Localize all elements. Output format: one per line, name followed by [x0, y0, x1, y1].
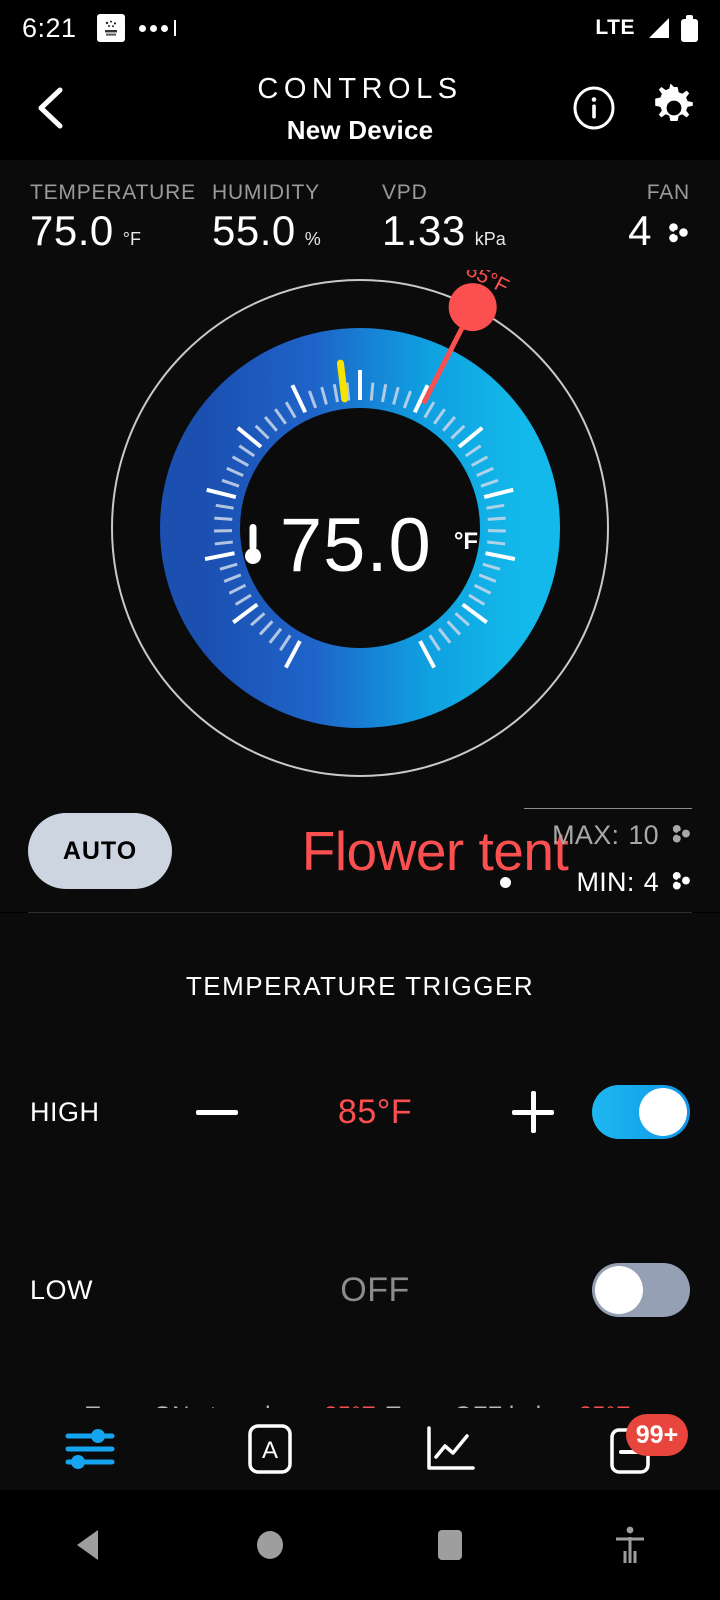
network-type-label: LTE	[595, 16, 635, 39]
high-trigger-value[interactable]: 85°F	[254, 1093, 496, 1132]
metric-label: HUMIDITY	[212, 181, 320, 204]
bottom-tab-bar: A 99+	[0, 1408, 720, 1490]
max-speed-value: 10	[628, 820, 659, 850]
fan-icon	[668, 823, 692, 849]
svg-text:A: A	[262, 1437, 278, 1464]
android-recents-icon	[438, 1530, 462, 1560]
limits-bullet-dot	[500, 877, 511, 888]
status-bar-clock: 6:21	[22, 12, 77, 43]
tab-notes[interactable]: 99+	[540, 1408, 720, 1490]
low-trigger-toggle[interactable]	[592, 1263, 690, 1317]
app-header: CONTROLS New Device	[0, 56, 720, 160]
metric-humidity: HUMIDITY 55.0 %	[212, 182, 382, 252]
plus-icon-vertical	[530, 1091, 536, 1133]
gauge-current-marker	[336, 359, 349, 403]
android-back-icon	[77, 1530, 98, 1560]
min-speed-row[interactable]: MIN: 4	[524, 869, 692, 896]
gear-icon	[655, 84, 693, 121]
temperature-gauge[interactable]: 85°F 75.0 °F	[0, 270, 720, 790]
metric-unit: %	[304, 229, 321, 249]
notes-badge: 99+	[626, 1414, 688, 1456]
metric-value: 1.33	[382, 207, 466, 254]
minus-icon	[196, 1109, 238, 1115]
android-back-button[interactable]	[0, 1526, 180, 1564]
fan-speed-limits: MAX: 10 MIN: 4	[500, 808, 692, 896]
settings-button[interactable]	[650, 84, 698, 132]
device-control-row: AUTO Flower tent MAX: 10 MIN: 4	[0, 790, 720, 912]
android-recents-button[interactable]	[360, 1526, 540, 1564]
android-home-button[interactable]	[180, 1526, 360, 1564]
chevron-left-icon	[38, 87, 63, 129]
metric-label: VPD	[382, 181, 428, 204]
metric-value: 55.0	[212, 207, 296, 254]
limits-divider	[524, 808, 692, 809]
tab-controls[interactable]	[0, 1408, 180, 1490]
metric-fan: FAN 4	[582, 182, 690, 252]
header-actions	[572, 84, 698, 132]
android-navigation-bar	[0, 1490, 720, 1600]
high-trigger-toggle[interactable]	[592, 1085, 690, 1139]
low-trigger-row: LOW OFF	[0, 1236, 720, 1344]
low-trigger-label: LOW	[30, 1274, 94, 1305]
metric-value: 75.0	[30, 207, 114, 254]
gauge-ring	[160, 328, 560, 728]
notification-app-icon	[96, 14, 125, 42]
metric-unit: kPa	[474, 229, 506, 249]
fan-icon	[664, 221, 690, 245]
status-bar-right: LTE	[595, 14, 698, 42]
tab-auto[interactable]: A	[180, 1408, 360, 1490]
letter-a-box-icon: A	[248, 1424, 292, 1474]
metric-temperature: TEMPERATURE 75.0 °F	[30, 182, 212, 252]
line-chart-icon	[427, 1426, 475, 1470]
gauge-svg: 85°F	[111, 270, 609, 777]
android-home-icon	[257, 1531, 283, 1559]
metric-label: TEMPERATURE	[30, 181, 196, 204]
temperature-trigger-section: TEMPERATURE TRIGGER HIGH 85°F LOW OFF Tu…	[0, 913, 720, 1430]
signal-bars-icon	[649, 18, 669, 38]
android-accessibility-icon	[616, 1526, 644, 1563]
back-button[interactable]	[24, 81, 78, 135]
info-button[interactable]	[572, 86, 616, 130]
high-trigger-label: HIGH	[30, 1096, 100, 1127]
android-accessibility-button[interactable]	[540, 1525, 720, 1565]
low-trigger-value[interactable]: OFF	[254, 1271, 496, 1310]
high-increment-button[interactable]	[496, 1091, 570, 1133]
metrics-strip: TEMPERATURE 75.0 °F HUMIDITY 55.0 % VPD …	[0, 160, 720, 270]
trigger-section-title: TEMPERATURE TRIGGER	[185, 971, 535, 1001]
max-speed-row[interactable]: MAX: 10	[524, 822, 692, 849]
min-speed-value: 4	[643, 867, 659, 897]
fan-icon	[668, 870, 692, 896]
battery-full-icon	[681, 14, 698, 42]
toggle-knob	[595, 1266, 643, 1314]
sliders-icon	[65, 1429, 115, 1469]
high-trigger-row: HIGH 85°F	[0, 1058, 720, 1166]
info-circle-icon	[573, 86, 615, 130]
metric-value: 4	[628, 207, 652, 254]
metric-label: FAN	[646, 181, 690, 204]
high-decrement-button[interactable]	[180, 1109, 254, 1115]
metric-unit: °F	[122, 229, 141, 249]
auto-mode-button[interactable]: AUTO	[28, 813, 172, 889]
metric-vpd: VPD 1.33 kPa	[382, 182, 582, 252]
more-notifications-icon	[138, 20, 176, 36]
max-speed-label: MAX:	[552, 820, 620, 850]
min-speed-label: MIN:	[576, 867, 635, 897]
status-bar: 6:21 LTE	[0, 0, 720, 56]
tab-graph[interactable]	[360, 1408, 540, 1490]
toggle-knob	[639, 1088, 687, 1136]
